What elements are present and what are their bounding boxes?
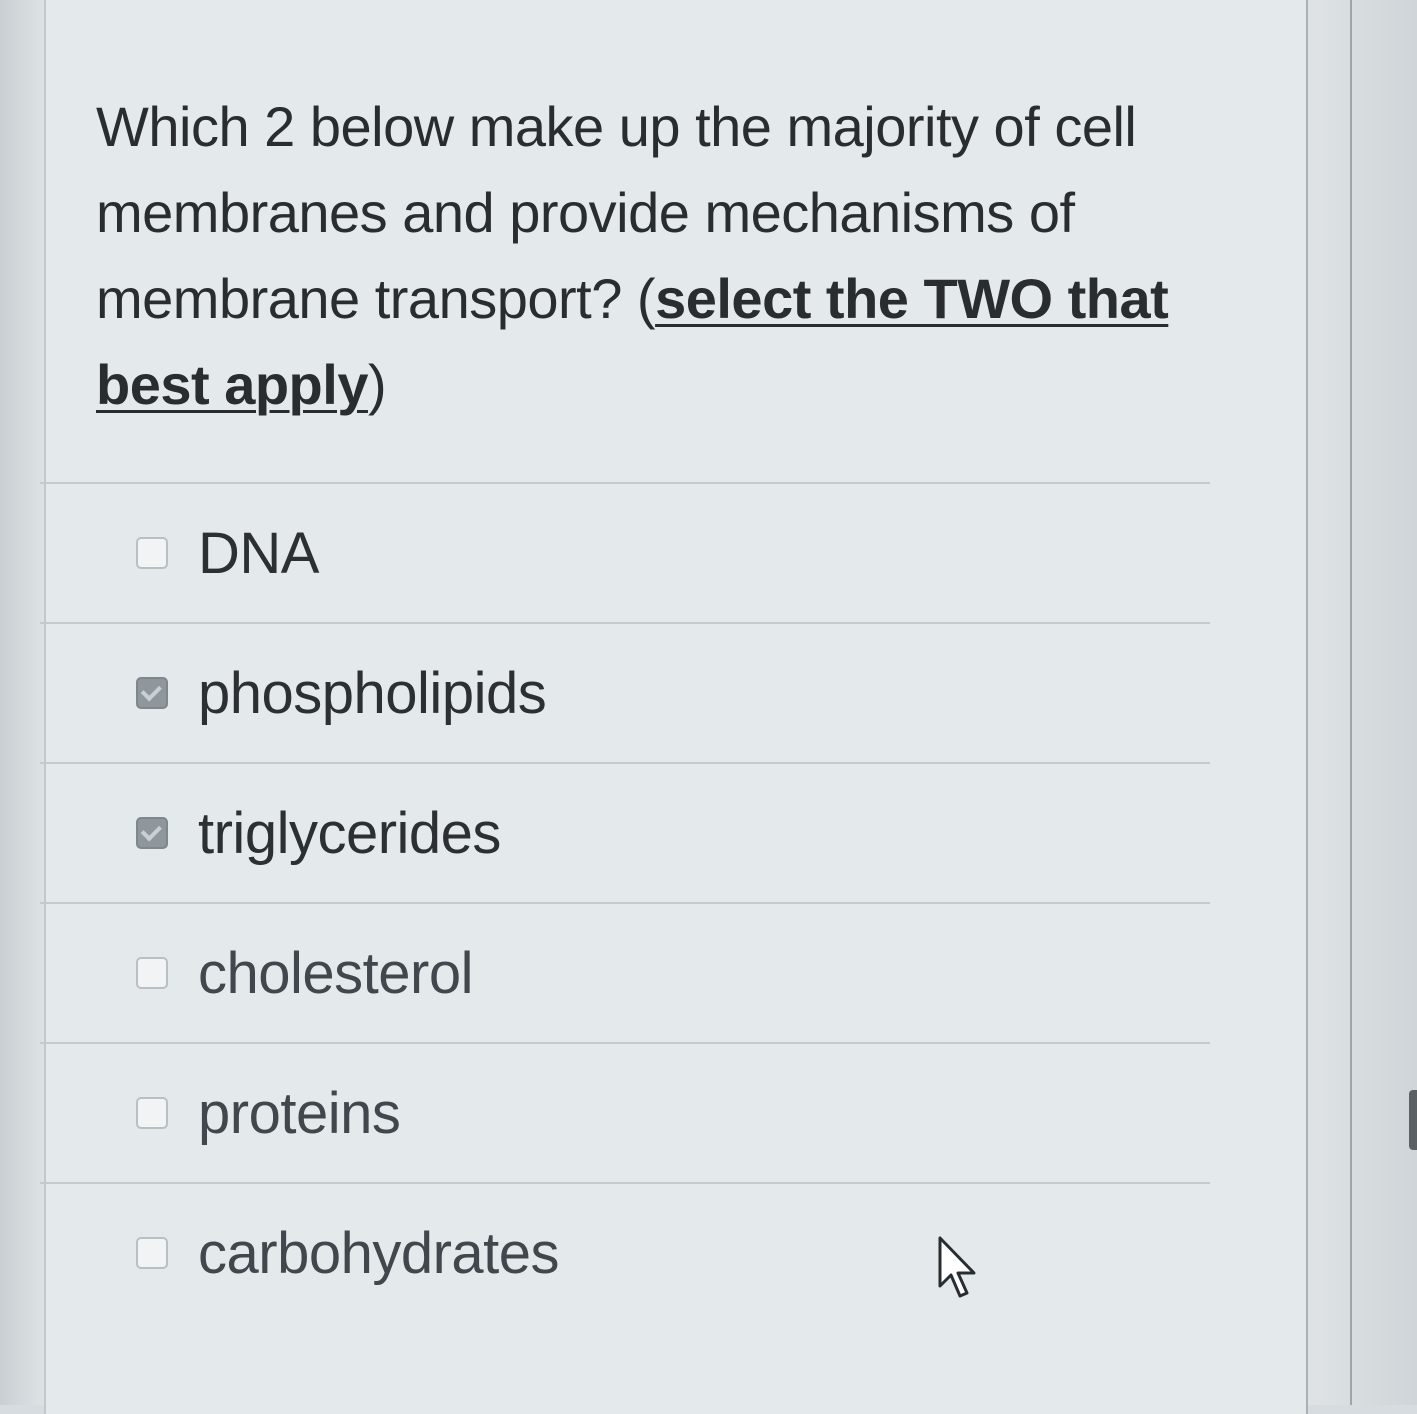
option-label-carbohydrates: carbohydrates [198, 1220, 560, 1286]
checkbox-cholesterol[interactable] [136, 957, 168, 989]
mouse-pointer-icon [938, 1236, 976, 1298]
screen-bezel-left [0, 0, 44, 1405]
checkbox-dna[interactable] [136, 537, 168, 569]
checkbox-proteins[interactable] [136, 1097, 168, 1129]
option-phospholipids[interactable]: phospholipids [40, 622, 1210, 762]
option-label-dna: DNA [198, 520, 319, 586]
option-cholesterol[interactable]: cholesterol [40, 902, 1210, 1042]
answer-options: DNA phospholipids triglycerides choleste… [40, 482, 1210, 1322]
checkbox-triglycerides[interactable] [136, 817, 168, 849]
question-text-end: ) [367, 353, 387, 416]
panel-divider [1350, 0, 1352, 1405]
option-label-phospholipids: phospholipids [198, 660, 547, 726]
option-label-cholesterol: cholesterol [198, 940, 473, 1006]
checkmark-icon [140, 680, 162, 702]
option-label-triglycerides: triglycerides [198, 800, 501, 866]
question-text: Which 2 below make up the majority of ce… [96, 84, 1206, 428]
option-carbohydrates[interactable]: carbohydrates [40, 1182, 1210, 1322]
checkmark-icon [140, 820, 162, 842]
screen-bezel-right [1307, 0, 1417, 1405]
option-proteins[interactable]: proteins [40, 1042, 1210, 1182]
scroll-handle[interactable] [1409, 1090, 1417, 1150]
option-triglycerides[interactable]: triglycerides [40, 762, 1210, 902]
option-label-proteins: proteins [198, 1080, 401, 1146]
option-dna[interactable]: DNA [40, 482, 1210, 622]
checkbox-carbohydrates[interactable] [136, 1237, 168, 1269]
checkbox-phospholipids[interactable] [136, 677, 168, 709]
